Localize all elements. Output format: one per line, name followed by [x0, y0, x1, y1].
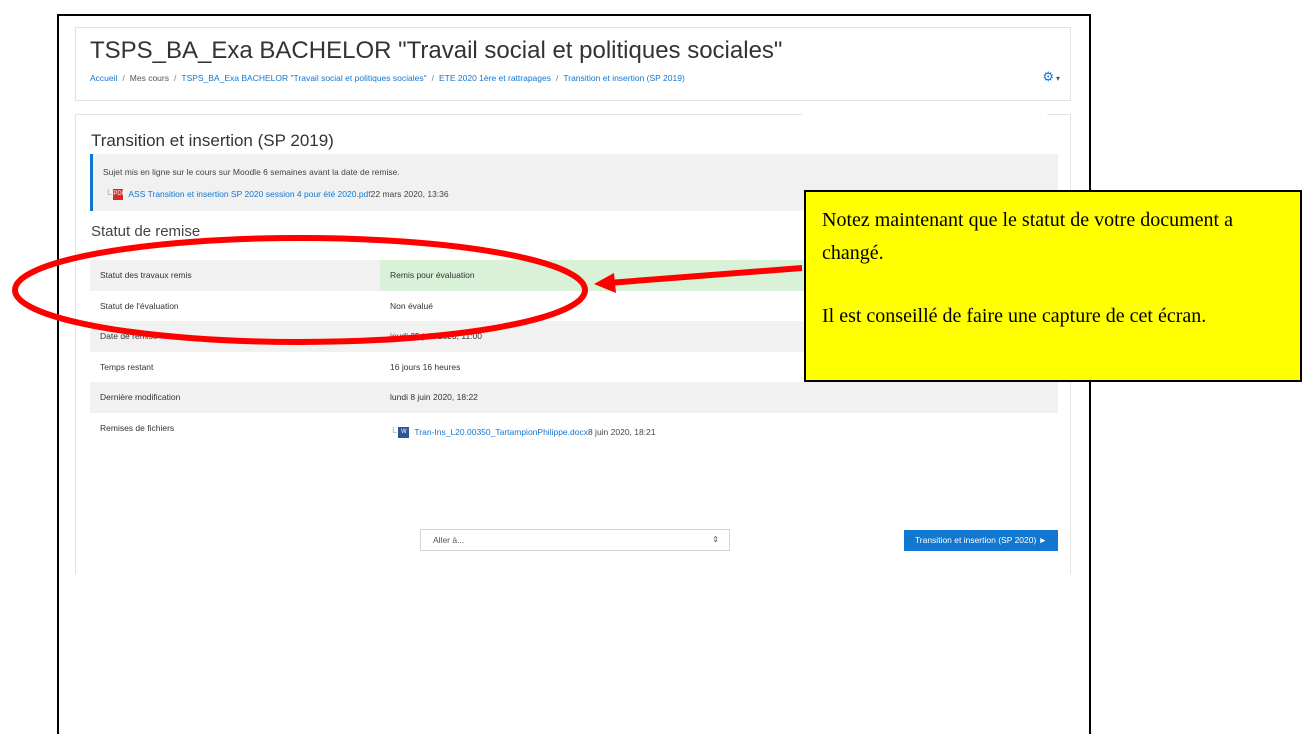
callout-text-2: Il est conseillé de faire une capture de… — [822, 305, 1207, 327]
callout-text-1: Notez maintenant que le statut de votre … — [822, 209, 1233, 264]
annotation-arrowhead — [594, 273, 616, 293]
instruction-callout: Notez maintenant que le statut de votre … — [804, 190, 1302, 382]
annotation-arrow — [607, 265, 803, 286]
highlight-ellipse — [12, 235, 588, 345]
